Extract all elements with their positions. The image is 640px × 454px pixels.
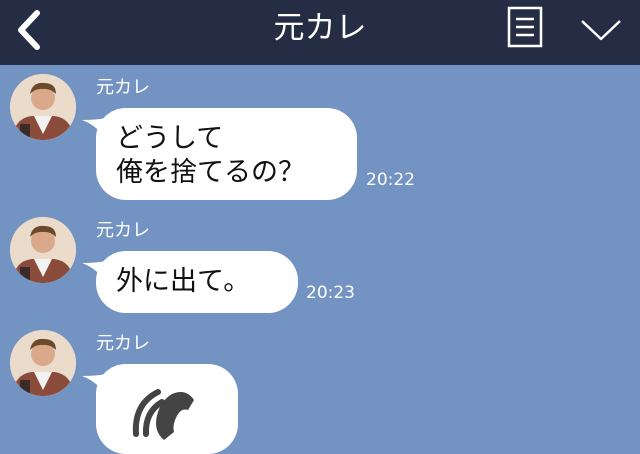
person-avatar-icon: [10, 74, 76, 140]
avatar[interactable]: [10, 217, 76, 283]
message-text: どうして: [116, 123, 224, 154]
dropdown-button[interactable]: [578, 12, 624, 46]
phone-call-icon: [132, 389, 194, 440]
message-bubble[interactable]: 外に出て。: [96, 251, 298, 313]
message-bubble[interactable]: どうして 俺を捨てるの？: [96, 108, 357, 200]
app-header: 元カレ: [0, 0, 640, 65]
message-time: 20:23: [306, 283, 355, 303]
message-text: 俺を捨てるの？: [116, 157, 305, 188]
chevron-down-icon: [581, 20, 621, 41]
chat-title: 元カレ: [273, 10, 367, 46]
person-avatar-icon: [10, 330, 76, 396]
message-time: 20:22: [366, 170, 415, 190]
sender-name: 元カレ: [96, 77, 150, 98]
call-bubble[interactable]: [96, 364, 238, 454]
sender-name: 元カレ: [96, 220, 150, 241]
document-menu-icon: [507, 6, 543, 48]
avatar[interactable]: [10, 74, 76, 140]
sender-name: 元カレ: [96, 333, 150, 354]
avatar[interactable]: [10, 330, 76, 396]
message-text: 外に出て。: [116, 266, 251, 297]
person-avatar-icon: [10, 217, 76, 283]
menu-button[interactable]: [506, 6, 544, 48]
